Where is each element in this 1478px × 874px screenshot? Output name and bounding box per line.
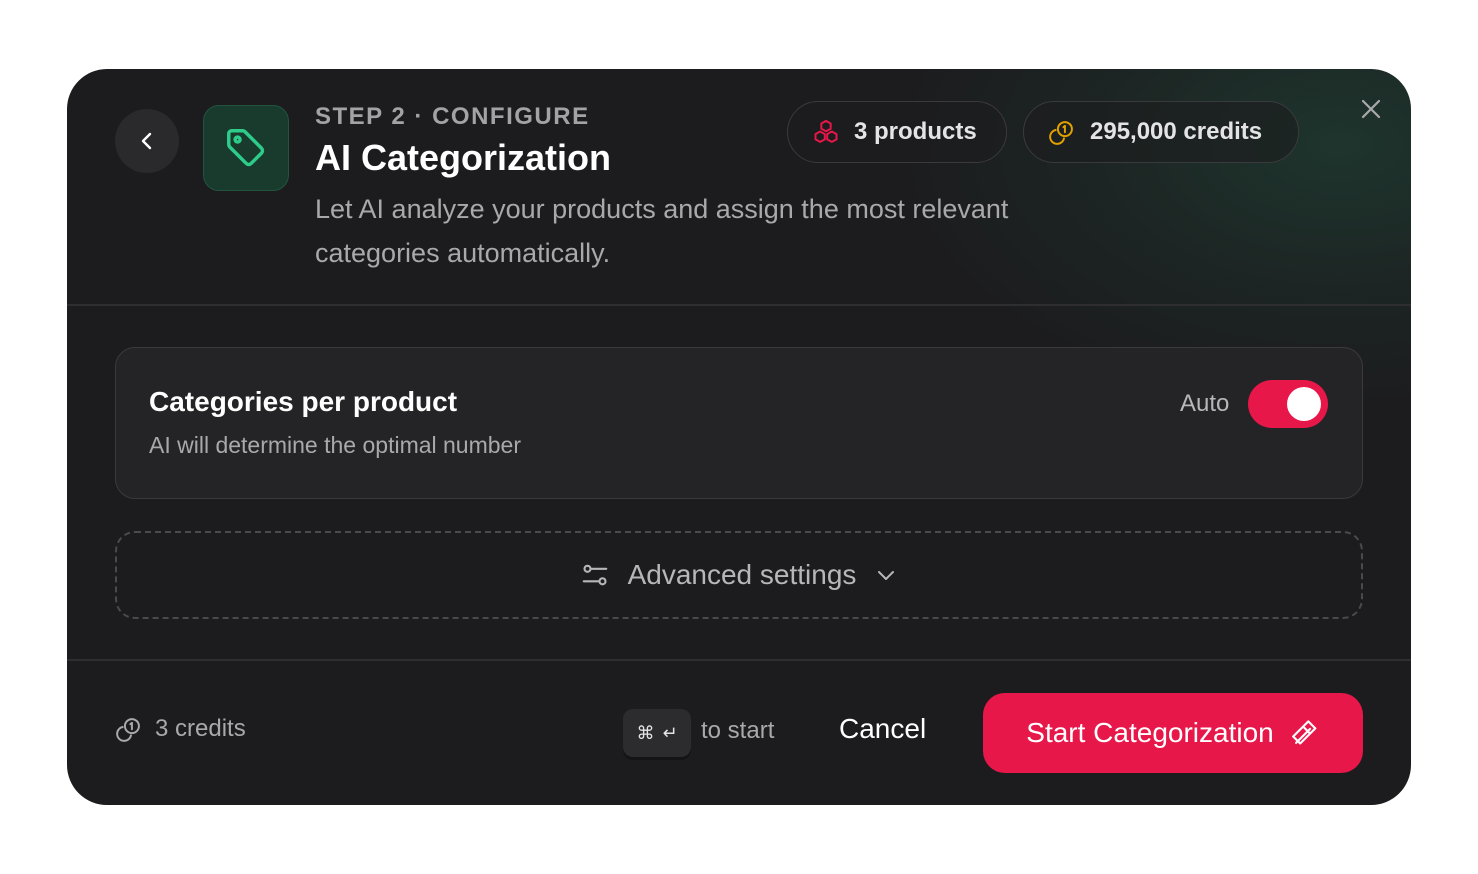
credit-cost: 3 credits <box>115 715 246 743</box>
page-description: Let AI analyze your products and assign … <box>315 194 1009 268</box>
page-title: AI Categorization <box>315 137 612 178</box>
close-icon <box>1361 99 1381 119</box>
sliders-icon <box>582 564 607 586</box>
step-label: STEP 2 · CONFIGURE <box>315 103 590 130</box>
products-count-badge: 3 products <box>787 101 1007 163</box>
shortcut-hint: to start <box>701 717 775 744</box>
credits-balance-text: 295,000 credits <box>1090 118 1263 145</box>
auto-toggle-label: Auto <box>1180 390 1230 417</box>
credit-cost-text: 3 credits <box>155 715 246 742</box>
modal-header: STEP 2 · CONFIGURE AI Categorization Let… <box>67 69 1411 305</box>
tag-icon <box>227 129 265 167</box>
chevron-left-icon <box>141 132 152 150</box>
advanced-settings-label: Advanced settings <box>627 559 857 590</box>
setting-subtitle: AI will determine the optimal number <box>149 432 521 458</box>
back-button[interactable] <box>115 109 179 173</box>
wand-icon <box>1291 720 1317 745</box>
chevron-down-icon <box>878 571 895 580</box>
start-categorization-button[interactable]: Start Categorization <box>983 693 1363 773</box>
setting-title: Categories per product <box>149 386 458 417</box>
coins-icon <box>1049 121 1073 145</box>
toggle-knob <box>1287 387 1321 421</box>
start-button-label: Start Categorization <box>1026 717 1274 748</box>
close-button[interactable] <box>1355 93 1387 125</box>
credits-balance-badge: 295,000 credits <box>1023 101 1299 163</box>
feature-icon-tile <box>203 105 289 191</box>
cancel-button[interactable]: Cancel <box>839 713 926 745</box>
coins-icon <box>116 718 140 742</box>
keyboard-shortcut: ⌘ ↵ <box>623 709 691 757</box>
command-icon: ⌘ <box>636 722 655 744</box>
footer-divider <box>67 659 1411 661</box>
enter-icon: ↵ <box>662 722 678 744</box>
advanced-settings-button[interactable]: Advanced settings <box>115 531 1363 619</box>
auto-toggle[interactable] <box>1248 380 1328 428</box>
categorization-modal: STEP 2 · CONFIGURE AI Categorization Let… <box>67 69 1411 805</box>
boxes-icon <box>814 119 838 143</box>
categories-per-product-card: Categories per product AI will determine… <box>115 347 1363 499</box>
header-divider <box>67 304 1411 306</box>
products-count-text: 3 products <box>854 118 977 145</box>
